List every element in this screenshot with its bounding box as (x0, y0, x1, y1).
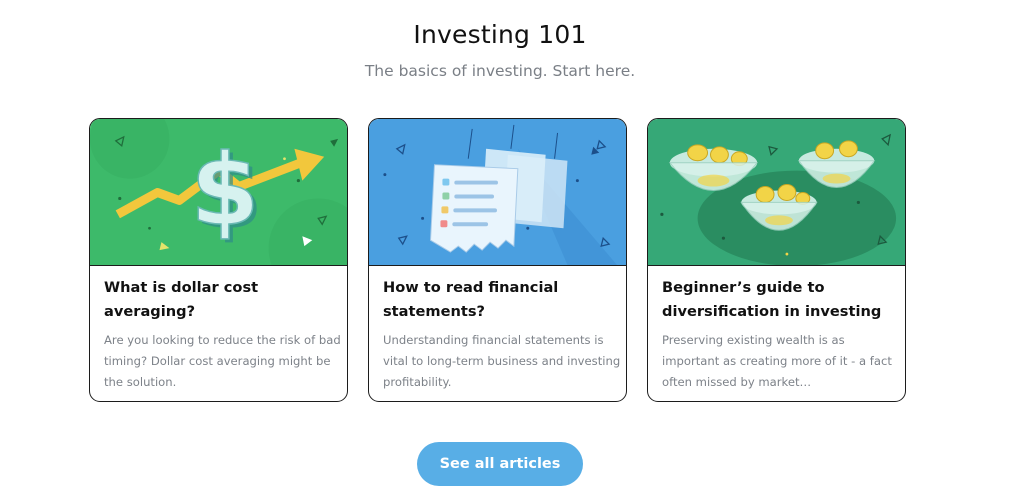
article-description: Preserving existing wealth is as importa… (662, 333, 892, 389)
article-card-dollar-cost-averaging[interactable]: $ $ What is dollar cost averaging? Are y… (89, 118, 348, 402)
section-subtitle: The basics of investing. Start here. (364, 62, 636, 80)
article-description: Are you looking to reduce the risk of ba… (104, 333, 341, 389)
article-card-diversification[interactable]: Beginner’s guide to diversification in i… (647, 118, 906, 402)
article-description: Understanding financial statements is vi… (383, 333, 621, 389)
article-card-financial-statements[interactable]: How to read financial statements? Unders… (368, 118, 627, 402)
dollar-growth-illustration: $ $ (90, 119, 347, 266)
article-title[interactable]: How to read financial statements? (383, 276, 618, 324)
section-title: Investing 101 (413, 20, 587, 49)
investing-101-section: Investing 101 The basics of investing. S… (0, 0, 1024, 504)
article-title[interactable]: Beginner’s guide to diversification in i… (662, 276, 897, 324)
article-title[interactable]: What is dollar cost averaging? (104, 276, 339, 324)
see-all-articles-button[interactable]: See all articles (417, 442, 583, 486)
financial-statement-illustration (369, 119, 626, 266)
coin-bowls-illustration (648, 119, 905, 266)
svg-text:$: $ (190, 133, 259, 248)
